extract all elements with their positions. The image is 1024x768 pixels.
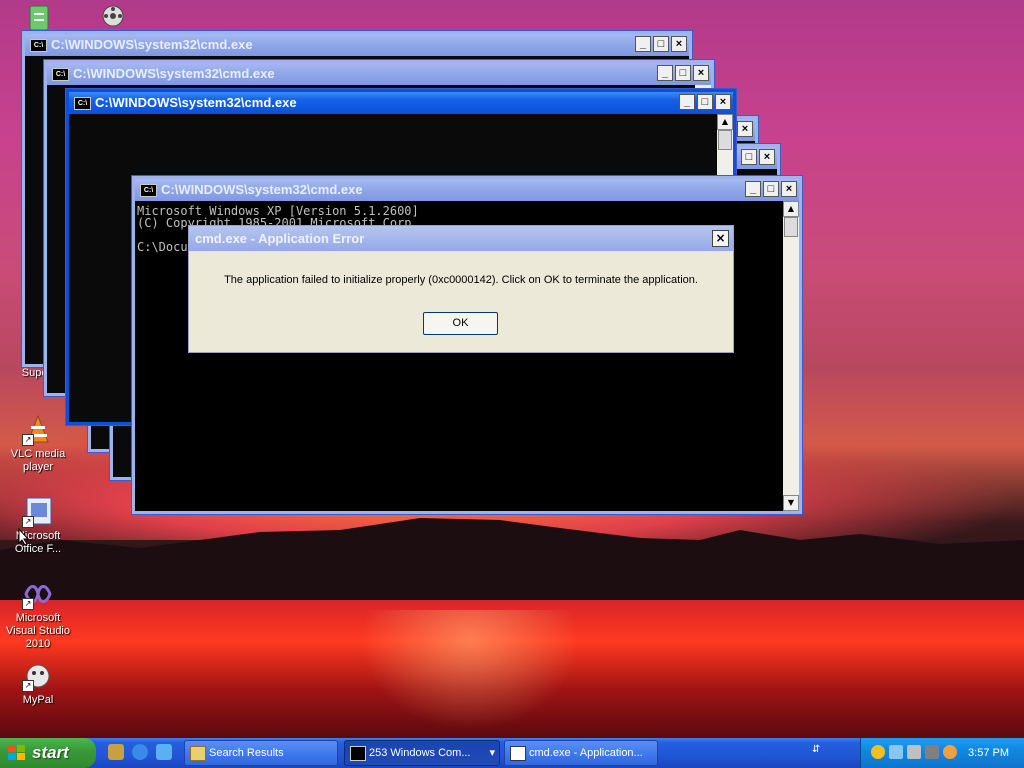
dialog-message: The application failed to initialize pro… <box>224 274 698 286</box>
window-controls: _ □ × <box>677 94 731 112</box>
minimize-button[interactable]: _ <box>635 36 651 52</box>
desktop-icon-mypal[interactable]: ↗ MyPal <box>0 660 76 707</box>
scroll-up-arrow[interactable]: ▲ <box>783 201 799 217</box>
window-titlebar[interactable]: C:\ C:\WINDOWS\system32\cmd.exe _ □ × <box>25 34 689 56</box>
scroll-thumb[interactable] <box>784 217 798 237</box>
cmd-icon: C:\ <box>140 184 157 197</box>
language-bar-icon[interactable]: ⇵ <box>812 744 824 760</box>
desktop-icon-vlc[interactable]: ↗ VLC media player <box>0 414 76 474</box>
search-folder-icon <box>190 746 206 761</box>
taskbar-item-label: Search Results <box>209 747 284 759</box>
maximize-button[interactable]: □ <box>675 65 691 81</box>
minimize-button[interactable]: _ <box>745 181 761 197</box>
window-title: C:\WINDOWS\system32\cmd.exe <box>51 37 253 52</box>
sun-reflection <box>360 610 580 730</box>
taskbar-item-label: 253 Windows Com... <box>369 747 471 759</box>
office-document-icon: ↗ <box>22 496 54 528</box>
shortcut-arrow-icon: ↗ <box>22 434 34 446</box>
shortcut-arrow-icon: ↗ <box>22 680 34 692</box>
security-shield-icon[interactable] <box>871 745 885 759</box>
shortcut-arrow-icon: ↗ <box>22 598 34 610</box>
window-titlebar[interactable]: C:\ C:\WINDOWS\system32\cmd.exe _ □ × <box>47 63 711 85</box>
desktop-icon-visual-studio[interactable]: ↗ Microsoft Visual Studio 2010 <box>0 578 76 651</box>
dialog-close-button[interactable]: × <box>712 230 729 247</box>
mountain-silhouette <box>0 518 1024 610</box>
window-titlebar[interactable]: C:\ C:\WINDOWS\system32\cmd.exe _ □ × <box>69 92 733 114</box>
dialog-title: cmd.exe - Application Error <box>195 231 365 246</box>
dialog-titlebar[interactable]: cmd.exe - Application Error <box>189 226 733 251</box>
window-titlebar[interactable]: C:\ C:\WINDOWS\system32\cmd.exe _ □ × <box>135 179 799 201</box>
network-icon[interactable] <box>889 745 903 759</box>
application-error-dialog[interactable]: cmd.exe - Application Error × The applic… <box>188 225 734 353</box>
window-controls: _ □ × <box>633 36 687 54</box>
window-title: C:\WINDOWS\system32\cmd.exe <box>95 95 297 110</box>
desktop-icon-office[interactable]: ↗ Microsoft Office F... <box>0 496 76 556</box>
hardware-icon[interactable] <box>925 745 939 759</box>
cmd-icon <box>350 746 366 761</box>
window-controls: _ □ × <box>655 65 709 83</box>
window-icon <box>510 746 526 761</box>
window-controls: _ □ × <box>743 181 797 199</box>
quicklaunch-ie-icon[interactable] <box>132 744 148 760</box>
scroll-down-arrow[interactable]: ▼ <box>783 495 799 511</box>
window-controls: × <box>735 121 753 139</box>
maximize-button[interactable]: □ <box>741 149 757 165</box>
vlc-cone-icon: ↗ <box>22 414 54 446</box>
search-tray-icon[interactable] <box>943 745 957 759</box>
taskbar-item-cmd-error[interactable]: cmd.exe - Application... <box>504 740 658 766</box>
cmd-icon: C:\ <box>30 39 47 52</box>
maximize-button[interactable]: □ <box>653 36 669 52</box>
window-title: C:\WINDOWS\system32\cmd.exe <box>161 182 363 197</box>
close-button[interactable]: × <box>693 65 709 81</box>
minimize-button[interactable]: _ <box>679 94 695 110</box>
taskbar: start Search Results 253 Windows Com... … <box>0 738 1024 768</box>
connection-icon[interactable] <box>907 745 921 759</box>
film-reel-icon <box>99 2 131 34</box>
desktop-icon-label: Microsoft Office F... <box>14 530 62 555</box>
desktop-icon-label: VLC media player <box>10 448 66 473</box>
clock[interactable]: 3:57 PM <box>968 738 1009 768</box>
cmd-icon: C:\ <box>74 97 91 110</box>
maximize-button[interactable]: □ <box>763 181 779 197</box>
window-title: C:\WINDOWS\system32\cmd.exe <box>73 66 275 81</box>
mypal-icon: ↗ <box>22 660 54 692</box>
mouse-cursor-icon <box>18 528 30 546</box>
scroll-thumb[interactable] <box>718 130 732 150</box>
desktop-icon-label: MyPal <box>22 694 54 706</box>
system-tray: 3:57 PM <box>860 738 1024 768</box>
taskbar-item-windows-command[interactable]: 253 Windows Com... ▾ <box>344 740 500 766</box>
taskbar-item-label: cmd.exe - Application... <box>529 747 643 759</box>
recycle-bin-icon <box>22 2 54 34</box>
shortcut-arrow-icon: ↗ <box>22 516 34 528</box>
close-button[interactable]: × <box>781 181 797 197</box>
maximize-button[interactable]: □ <box>697 94 713 110</box>
ok-button[interactable]: OK <box>423 312 498 335</box>
window-controls: □ × <box>739 149 775 167</box>
close-button[interactable]: × <box>715 94 731 110</box>
start-button[interactable]: start <box>0 738 96 768</box>
taskbar-item-search-results[interactable]: Search Results <box>184 740 338 766</box>
vertical-scrollbar[interactable]: ▲ ▼ <box>783 201 799 511</box>
scroll-up-arrow[interactable]: ▲ <box>717 114 733 130</box>
close-button[interactable]: × <box>737 121 753 137</box>
start-label: start <box>32 743 69 762</box>
group-dropdown-arrow-icon[interactable]: ▾ <box>489 741 495 765</box>
close-button[interactable]: × <box>759 149 775 165</box>
quicklaunch-app-icon[interactable] <box>108 744 124 760</box>
cmd-icon: C:\ <box>52 68 69 81</box>
desktop-icon-label: Microsoft Visual Studio 2010 <box>5 612 70 650</box>
close-button[interactable]: × <box>671 36 687 52</box>
windows-flag-icon <box>8 745 25 760</box>
quicklaunch-browser-icon[interactable] <box>156 744 172 760</box>
visual-studio-infinity-icon: ↗ <box>22 578 54 610</box>
minimize-button[interactable]: _ <box>657 65 673 81</box>
